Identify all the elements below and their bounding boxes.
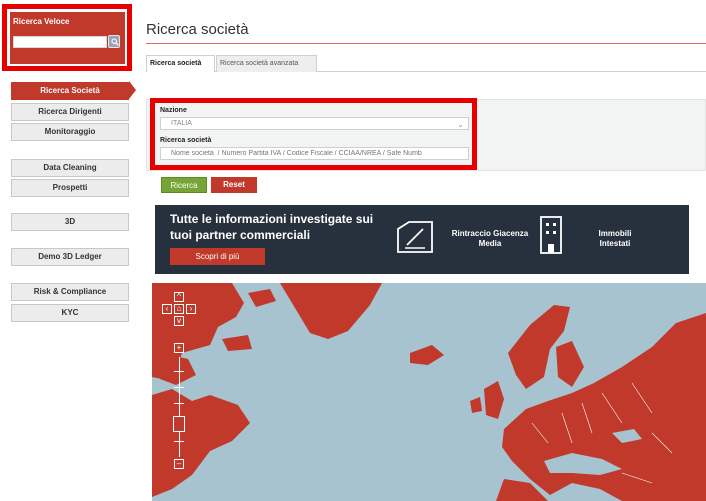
promo-banner[interactable]: Tutte le informazioni investigate sui tu… [155, 205, 689, 274]
search-icon [111, 38, 119, 46]
zoom-out-button[interactable]: – [174, 459, 184, 469]
country-value: ITALIA [171, 120, 192, 127]
page-root: Ricerca Veloce Ricerca Società Ricerca D… [0, 0, 706, 501]
pan-right-button[interactable]: › [186, 304, 196, 314]
chevron-down-icon: ⌄ [457, 120, 464, 129]
zoom-tick [174, 387, 184, 388]
banner-feature-immobili: Immobili Intestati [598, 229, 632, 248]
sidebar-item-monitoraggio[interactable]: Monitoraggio [11, 123, 129, 141]
zoom-tick [174, 403, 184, 404]
banner-cta-button[interactable]: Scopri di più [170, 248, 265, 265]
sidebar-item-risk-compliance[interactable]: Risk & Compliance [11, 283, 129, 301]
zoom-tick [174, 371, 184, 372]
world-map[interactable]: ^ ‹ ⌂ › v + – [152, 283, 706, 501]
pan-home-button[interactable]: ⌂ [174, 304, 184, 314]
tab-ricerca-societa-avanzata[interactable]: Ricerca società avanzata [216, 55, 317, 72]
sidebar-item-data-cleaning[interactable]: Data Cleaning [11, 159, 129, 177]
quick-search-button[interactable] [108, 35, 120, 48]
pan-left-button[interactable]: ‹ [162, 304, 172, 314]
active-item-arrow [129, 81, 136, 99]
banner-headline: Tutte le informazioni investigate sui tu… [170, 212, 374, 242]
pan-down-button[interactable]: v [174, 316, 184, 326]
country-select[interactable]: ITALIA ⌄ [160, 117, 469, 130]
search-button[interactable]: Ricerca [161, 177, 207, 193]
zoom-slider-track [179, 357, 180, 457]
company-label: Ricerca società [160, 137, 212, 144]
page-title: Ricerca società [146, 21, 249, 38]
sidebar-item-demo-3d-ledger[interactable]: Demo 3D Ledger [11, 248, 129, 266]
quick-search-title: Ricerca Veloce [13, 17, 70, 26]
sidebar-item-kyc[interactable]: KYC [11, 304, 129, 322]
tab-ricerca-societa[interactable]: Ricerca società [146, 55, 215, 72]
sidebar-item-3d[interactable]: 3D [11, 213, 129, 231]
zoom-in-button[interactable]: + [174, 343, 184, 353]
document-edit-icon [397, 221, 433, 253]
building-icon [540, 216, 562, 254]
sidebar-item-ricerca-dirigenti[interactable]: Ricerca Dirigenti [11, 103, 129, 121]
company-search-input[interactable] [160, 147, 469, 160]
reset-button[interactable]: Reset [211, 177, 257, 193]
sidebar-item-ricerca-societa[interactable]: Ricerca Società [11, 82, 129, 100]
zoom-slider-handle[interactable] [173, 416, 185, 432]
country-label: Nazione [160, 107, 187, 114]
title-divider [146, 43, 706, 44]
pan-up-button[interactable]: ^ [174, 292, 184, 302]
banner-feature-giacenza: Rintraccio Giacenza Media [451, 229, 529, 248]
world-map-land [152, 283, 706, 501]
zoom-tick [174, 441, 184, 442]
quick-search-input[interactable] [13, 36, 107, 48]
sidebar-item-prospetti[interactable]: Prospetti [11, 179, 129, 197]
